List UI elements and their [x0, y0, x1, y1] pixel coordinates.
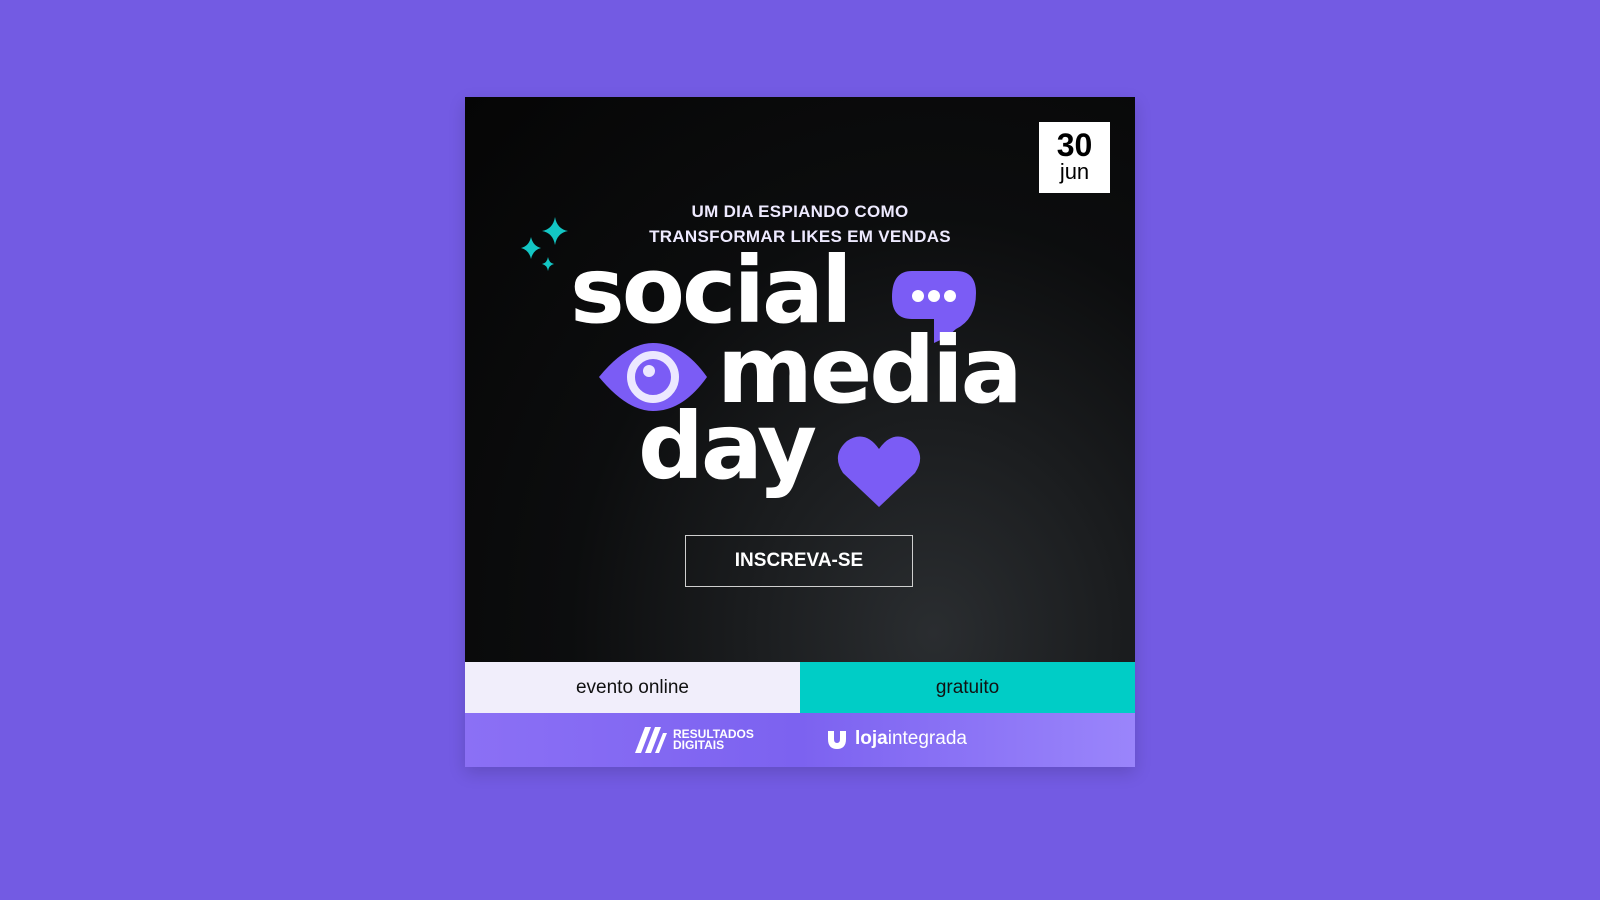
free-label: gratuito — [800, 662, 1135, 713]
online-event-label: evento online — [465, 662, 800, 713]
resultados-digitais-logo: RESULTADOS DIGITAIS — [633, 725, 754, 755]
heart-icon — [837, 436, 921, 507]
date-badge: 30 jun — [1039, 122, 1110, 193]
loja-integrada-logo: lojaintegrada — [825, 727, 967, 751]
date-day: 30 — [1056, 127, 1093, 163]
loja-logo-icon — [828, 731, 846, 749]
rd-logo-icon — [635, 727, 667, 753]
sparkles-icon — [521, 217, 568, 271]
date-month: jun — [1059, 159, 1090, 184]
loja-light: integrada — [887, 728, 967, 749]
title-day: day — [638, 393, 817, 500]
sponsor-logos: RESULTADOS DIGITAIS lojaintegrada — [465, 713, 1135, 767]
rd-line-2: DIGITAIS — [673, 738, 725, 752]
subscribe-button[interactable]: INSCREVA-SE — [685, 535, 913, 587]
loja-bold: loja — [855, 728, 888, 749]
event-banner: 30 jun UM DIA ESPIANDO COMO TRANSFORMAR … — [465, 97, 1135, 767]
